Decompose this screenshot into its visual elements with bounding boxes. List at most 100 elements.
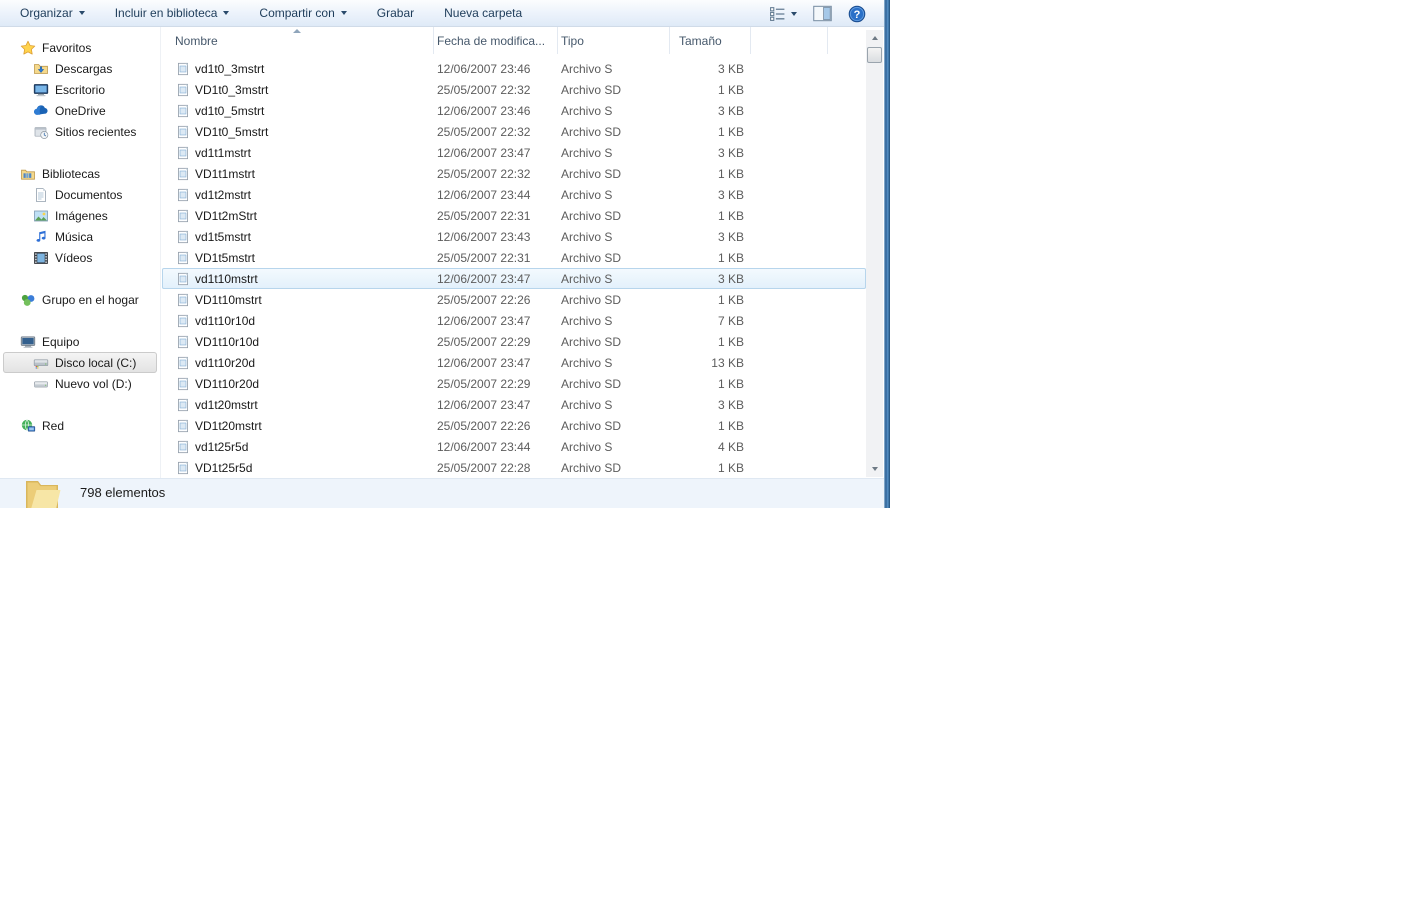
preview-pane-icon[interactable] xyxy=(813,5,832,22)
file-icon xyxy=(176,377,190,391)
file-row-vd1t10mstrt[interactable]: vd1t10mstrt12/06/2007 23:47Archivo S3 KB xyxy=(162,268,866,289)
toolbar-button-compartir-con[interactable]: Compartir con xyxy=(251,2,354,24)
file-row-vd1t0-3mstrt[interactable]: vd1t0_3mstrt 12/06/2007 23:46Archivo S3 K… xyxy=(162,58,866,79)
file-size-cell: 1 KB xyxy=(670,83,751,97)
sidebar-item-documentos[interactable]: Documentos xyxy=(0,184,160,205)
sidebar-item-im-genes[interactable]: Imágenes xyxy=(0,205,160,226)
file-name-cell: vd1t10r20d xyxy=(162,356,434,370)
sidebar-item-label: Sitios recientes xyxy=(55,125,136,139)
column-header-tama-o[interactable]: Tamaño xyxy=(670,27,751,54)
file-size-cell: 3 KB xyxy=(670,398,751,412)
file-type-cell: Archivo S xyxy=(558,62,670,76)
toolbar-button-nueva-carpeta[interactable]: Nueva carpeta xyxy=(436,2,530,24)
file-row-vd1t0-5mstrt[interactable]: vd1t0_5mstrt12/06/2007 23:46Archivo S3 K… xyxy=(162,100,866,121)
file-row-vd1t1mstrt[interactable]: vd1t1mstrt12/06/2007 23:47Archivo S3 KB xyxy=(162,142,866,163)
file-name: vd1t0_3mstrt xyxy=(195,62,264,76)
sidebar-item-sitios-recientes[interactable]: Sitios recientes xyxy=(0,121,160,142)
file-row-vd1t2mstrt[interactable]: VD1t2mStrt25/05/2007 22:31Archivo SD1 KB xyxy=(162,205,866,226)
sidebar-item-bibliotecas[interactable]: Bibliotecas xyxy=(0,163,160,184)
toolbar-button-grabar[interactable]: Grabar xyxy=(369,2,422,24)
file-type-cell: Archivo S xyxy=(558,398,670,412)
file-row-vd1t10r10d[interactable]: VD1t10r10d25/05/2007 22:29Archivo SD1 KB xyxy=(162,331,866,352)
sidebar-item-label: Vídeos xyxy=(55,251,92,265)
file-row-vd1t0-3mstrt[interactable]: VD1t0_3mstrt25/05/2007 22:32Archivo SD1 … xyxy=(162,79,866,100)
file-row-vd1t1mstrt[interactable]: VD1t1mstrt25/05/2007 22:32Archivo SD1 KB xyxy=(162,163,866,184)
file-icon xyxy=(176,251,190,265)
sidebar-item-descargas[interactable]: Descargas xyxy=(0,58,160,79)
file-name-cell: VD1t5mstrt xyxy=(162,251,434,265)
file-row-vd1t25r5d[interactable]: vd1t25r5d12/06/2007 23:44Archivo S4 KB xyxy=(162,436,866,457)
sidebar-item-disco-local-c[interactable]: Disco local (C:) xyxy=(3,352,157,373)
scrollbar-thumb[interactable] xyxy=(867,47,882,63)
file-row-vd1t10r10d[interactable]: vd1t10r10d12/06/2007 23:47Archivo S7 KB xyxy=(162,310,866,331)
column-header-empty[interactable] xyxy=(751,27,828,54)
file-row-vd1t20mstrt[interactable]: vd1t20mstrt12/06/2007 23:47Archivo S3 KB xyxy=(162,394,866,415)
file-row-vd1t10r20d[interactable]: VD1t10r20d25/05/2007 22:29Archivo SD1 KB xyxy=(162,373,866,394)
sidebar-item-v-deos[interactable]: Vídeos xyxy=(0,247,160,268)
chevron-down-icon[interactable] xyxy=(791,12,797,16)
file-icon xyxy=(176,146,190,160)
file-name: VD1t1mstrt xyxy=(195,167,255,181)
folder-icon xyxy=(20,480,64,508)
file-type-cell: Archivo SD xyxy=(558,83,670,97)
file-type-cell: Archivo SD xyxy=(558,125,670,139)
file-date-cell: 25/05/2007 22:32 xyxy=(434,167,558,181)
command-bar-right: ? xyxy=(769,0,866,27)
file-row-vd1t0-5mstrt[interactable]: VD1t0_5mstrt25/05/2007 22:32Archivo SD1 … xyxy=(162,121,866,142)
file-size-cell: 7 KB xyxy=(670,314,751,328)
column-header-fecha-de-modifica[interactable]: Fecha de modifica... xyxy=(434,27,558,54)
file-icon xyxy=(176,272,190,286)
file-name-cell: VD1t20mstrt xyxy=(162,419,434,433)
sidebar-item-escritorio[interactable]: Escritorio xyxy=(0,79,160,100)
file-row-vd1t25r5d[interactable]: VD1t25r5d25/05/2007 22:28Archivo SD1 KB xyxy=(162,457,866,478)
file-icon xyxy=(176,83,190,97)
sort-ascending-icon[interactable] xyxy=(293,29,301,33)
change-view-icon[interactable] xyxy=(769,5,786,22)
toolbar-button-organizar[interactable]: Organizar xyxy=(12,2,93,24)
file-size-cell: 1 KB xyxy=(670,251,751,265)
file-date-cell: 12/06/2007 23:46 xyxy=(434,62,558,76)
sidebar-item-favoritos[interactable]: Favoritos xyxy=(0,37,160,58)
column-header-label: Tipo xyxy=(561,34,584,48)
file-icon xyxy=(176,293,190,307)
file-size-cell: 13 KB xyxy=(670,356,751,370)
sidebar-item-grupo-en-el-hogar[interactable]: Grupo en el hogar xyxy=(0,289,160,310)
scroll-up-button[interactable] xyxy=(866,30,883,46)
file-row-vd1t10r20d[interactable]: vd1t10r20d12/06/2007 23:47Archivo S13 KB xyxy=(162,352,866,373)
file-date-cell: 12/06/2007 23:47 xyxy=(434,356,558,370)
file-row-vd1t5mstrt[interactable]: VD1t5mstrt25/05/2007 22:31Archivo SD1 KB xyxy=(162,247,866,268)
file-row-vd1t2mstrt[interactable]: vd1t2mstrt12/06/2007 23:44Archivo S3 KB xyxy=(162,184,866,205)
toolbar-button-label: Incluir en biblioteca xyxy=(115,6,218,20)
file-name: VD1t10r10d xyxy=(195,335,259,349)
file-type-cell: Archivo SD xyxy=(558,293,670,307)
file-type-cell: Archivo SD xyxy=(558,251,670,265)
file-size-cell: 3 KB xyxy=(670,62,751,76)
file-name-cell: vd1t10mstrt xyxy=(162,272,434,286)
scroll-down-button[interactable] xyxy=(866,461,883,477)
file-size-cell: 4 KB xyxy=(670,440,751,454)
toolbar-button-incluir-en-biblioteca[interactable]: Incluir en biblioteca xyxy=(107,2,238,24)
sidebar-item-m-sica[interactable]: Música xyxy=(0,226,160,247)
drive-icon xyxy=(33,376,49,392)
file-name-cell: VD1t2mStrt xyxy=(162,209,434,223)
sidebar-item-nuevo-vol-d[interactable]: Nuevo vol (D:) xyxy=(0,373,160,394)
sidebar-gap xyxy=(0,142,160,163)
file-date-cell: 12/06/2007 23:47 xyxy=(434,146,558,160)
file-date-cell: 12/06/2007 23:47 xyxy=(434,314,558,328)
file-row-vd1t10mstrt[interactable]: VD1t10mstrt25/05/2007 22:26Archivo SD1 K… xyxy=(162,289,866,310)
column-header-tipo[interactable]: Tipo xyxy=(558,27,670,54)
triangle-up-icon xyxy=(872,36,878,40)
file-size-cell: 1 KB xyxy=(670,125,751,139)
file-date-cell: 25/05/2007 22:31 xyxy=(434,209,558,223)
file-row-vd1t5mstrt[interactable]: vd1t5mstrt12/06/2007 23:43Archivo S3 KB xyxy=(162,226,866,247)
file-name-cell: VD1t1mstrt xyxy=(162,167,434,181)
triangle-down-icon xyxy=(872,467,878,471)
sidebar-item-onedrive[interactable]: OneDrive xyxy=(0,100,160,121)
vertical-scrollbar[interactable] xyxy=(866,30,883,477)
file-size-cell: 1 KB xyxy=(670,461,751,475)
sidebar-item-red[interactable]: Red xyxy=(0,415,160,436)
file-row-vd1t20mstrt[interactable]: VD1t20mstrt25/05/2007 22:26Archivo SD1 K… xyxy=(162,415,866,436)
sidebar-item-equipo[interactable]: Equipo xyxy=(0,331,160,352)
help-icon[interactable]: ? xyxy=(848,5,866,23)
file-name: VD1t2mStrt xyxy=(195,209,257,223)
